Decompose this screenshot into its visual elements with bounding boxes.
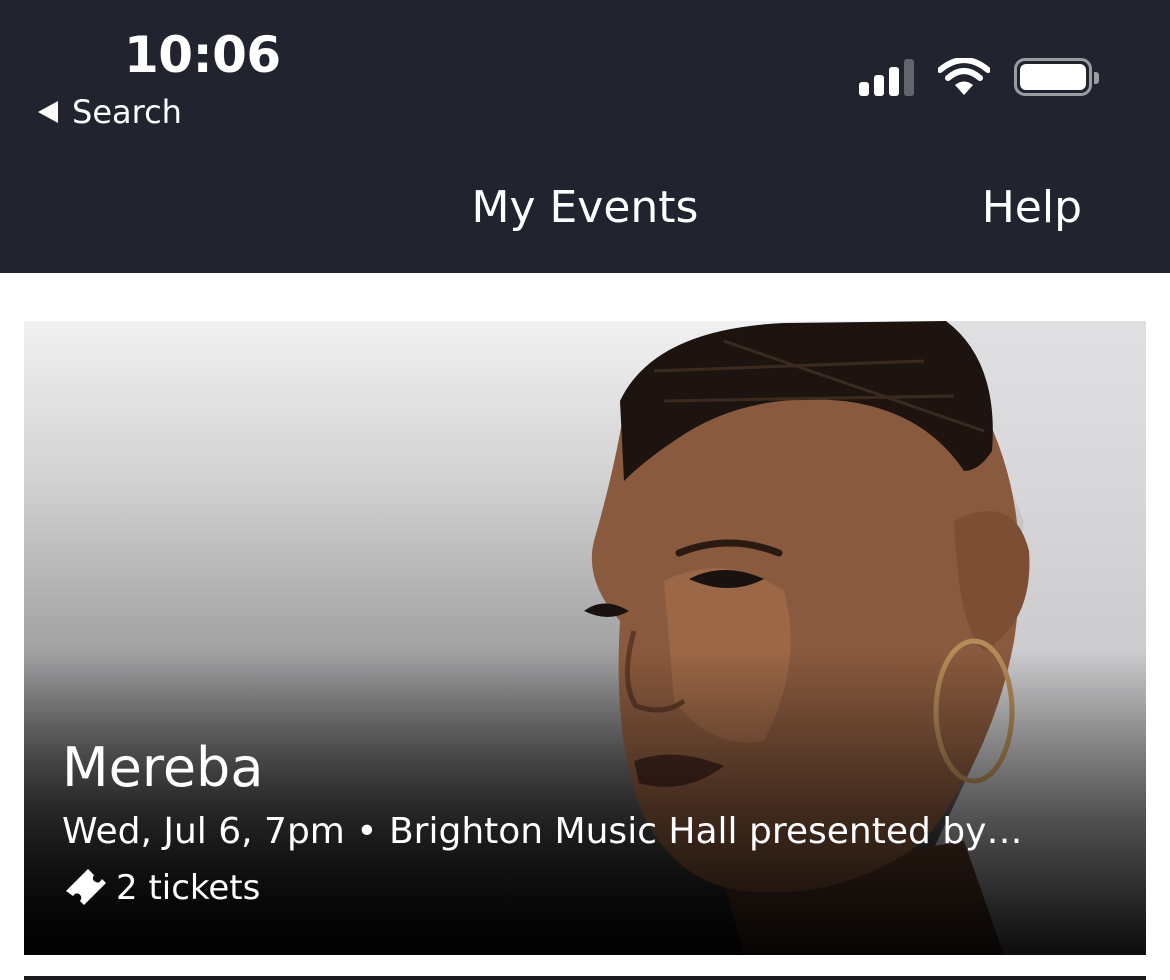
status-icons xyxy=(859,56,1099,98)
help-button[interactable]: Help xyxy=(982,180,1082,236)
wifi-icon xyxy=(938,58,990,95)
event-date-venue: Wed, Jul 6, 7pm • Brighton Music Hall pr… xyxy=(62,811,1023,852)
ticket-icon xyxy=(66,869,106,905)
next-event-card-edge xyxy=(24,976,1146,980)
ticket-count: 2 tickets xyxy=(62,865,1102,911)
event-info: Mereba Wed, Jul 6, 7pm • Brighton Music … xyxy=(62,735,1102,911)
back-to-search-label: Search xyxy=(72,93,182,131)
top-bar: 10:06 Search My Events Help xyxy=(0,0,1170,273)
event-card[interactable]: Mereba Wed, Jul 6, 7pm • Brighton Music … xyxy=(24,321,1146,955)
back-arrow-icon xyxy=(38,101,58,123)
event-name: Mereba xyxy=(62,736,264,799)
status-time: 10:06 xyxy=(124,26,281,84)
cellular-signal-icon xyxy=(859,58,914,96)
ticket-count-label: 2 tickets xyxy=(116,868,261,908)
battery-icon xyxy=(1014,58,1099,96)
back-to-search-button[interactable]: Search xyxy=(38,92,182,132)
